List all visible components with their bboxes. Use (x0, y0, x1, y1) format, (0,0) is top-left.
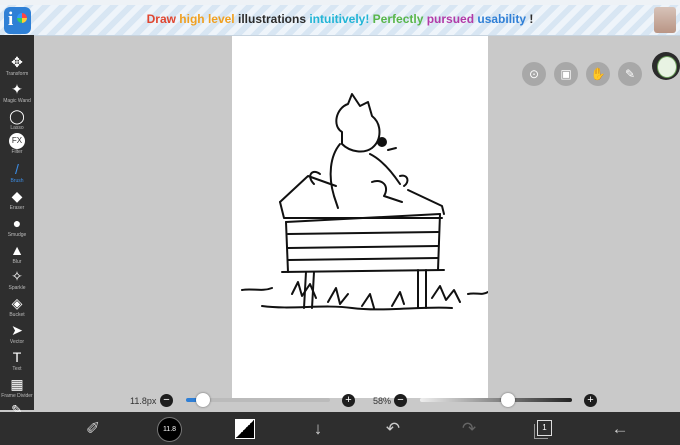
quick-toggle-button[interactable]: ⊙ (522, 62, 546, 86)
transform-icon: ✥ (11, 54, 23, 70)
tool-bucket[interactable]: ◈ Bucket (0, 294, 34, 322)
tool-label: Eraser (9, 205, 25, 211)
tool-magic-wand[interactable]: ✦ Magic Wand (0, 80, 34, 108)
layer-preview-thumbnail[interactable] (652, 52, 680, 80)
selection-icon: ▣ (560, 67, 572, 81)
text-icon: T (12, 348, 22, 365)
color-swatch-button[interactable] (235, 419, 255, 439)
back-button[interactable]: ← (605, 412, 635, 445)
tool-sparkle[interactable]: ✧ Sparkle (0, 267, 34, 295)
download-button[interactable]: ↓ (303, 412, 333, 445)
quick-pen-button[interactable]: ✎ (618, 62, 642, 86)
tool-eraser[interactable]: ◆ Eraser (0, 187, 34, 215)
sparkle-icon: ✧ (11, 268, 23, 285)
tool-sidebar: ✥ Transform ✦ Magic Wand ◯ Lasso FX Filter / Brus… (0, 35, 34, 418)
avatar (654, 7, 676, 33)
brush-size-preview-button[interactable]: 11.8 (157, 417, 182, 442)
banner-text-part: high level (179, 12, 238, 26)
tool-blur[interactable]: ▲ Blur (0, 241, 34, 269)
tool-vector[interactable]: ➤ Vector (0, 321, 34, 349)
brush-size-thumb[interactable] (196, 393, 211, 407)
banner-text-part: ! (529, 12, 534, 26)
tool-text[interactable]: T Text (0, 348, 34, 376)
tool-label: Smudge (7, 231, 27, 238)
banner-text-part: intuitively! (309, 12, 373, 26)
tool-label: Lasso (10, 124, 24, 131)
ad-banner[interactable]: i Draw high level illustrations intuitiv… (0, 5, 680, 36)
redo-icon: ↷ (461, 419, 477, 438)
tool-label: Vector (9, 339, 25, 345)
brush-size-plus-button[interactable]: + (342, 394, 355, 407)
redo-button[interactable]: ↷ (454, 412, 484, 445)
banner-text-part: pursued (426, 12, 478, 26)
banner-text-part: Draw (146, 12, 180, 26)
tool-label: Transform (5, 71, 29, 77)
opacity-plus-button[interactable]: + (584, 394, 597, 407)
tool-label: Magic Wand (3, 97, 31, 104)
eraser-icon: ◆ (11, 188, 23, 204)
tool-label: Sparkle (8, 285, 26, 292)
cat-in-box-sketch (241, 93, 489, 311)
lasso-icon: ◯ (9, 107, 25, 124)
brush-icon: / (15, 161, 19, 178)
drawing-canvas[interactable] (232, 36, 489, 398)
stabilizer-button[interactable]: ✐ (78, 412, 108, 445)
blur-icon: ▲ (10, 241, 24, 258)
slider-bar: 11.8px − + 58% − + (34, 389, 680, 412)
tool-filter[interactable]: FX Filter (0, 133, 34, 161)
tool-label: Bucket (9, 312, 25, 319)
frame-divider-icon: ▦ (10, 375, 24, 392)
tool-label: Frame Divider (1, 392, 33, 399)
arrow-down-icon: ↓ (313, 419, 323, 438)
tool-frame-divider[interactable]: ▦ Frame Divider (0, 375, 34, 403)
quick-selection-button[interactable]: ▣ (554, 62, 578, 86)
smudge-icon: ● (12, 214, 22, 231)
banner-text-part: illustrations (237, 12, 310, 26)
quick-hand-button[interactable]: ✋ (586, 62, 610, 86)
filter-icon: FX (9, 133, 25, 150)
opacity-minus-button[interactable]: − (394, 394, 407, 407)
undo-icon: ↶ (385, 419, 401, 438)
tool-brush[interactable]: / Brush (0, 160, 34, 188)
brush-size-minus-button[interactable]: − (160, 394, 173, 407)
opacity-track[interactable] (420, 398, 572, 402)
opacity-thumb[interactable] (501, 393, 516, 407)
undo-button[interactable]: ↶ (378, 412, 408, 445)
tool-label: Brush (10, 178, 24, 185)
pen-icon: ✎ (624, 67, 636, 81)
tool-label: Filter (11, 149, 23, 156)
vector-icon: ➤ (11, 322, 23, 338)
layer-count: 1 (542, 423, 547, 432)
brush-size-text: 11.8 (162, 426, 177, 433)
tool-smudge[interactable]: ● Smudge (0, 214, 34, 242)
banner-text-part: Perfectly (372, 12, 427, 26)
tool-transform[interactable]: ✥ Transform (0, 53, 34, 81)
layers-button[interactable]: 1 (534, 420, 552, 439)
toggle-icon: ⊙ (528, 67, 540, 81)
brush-size-label: 11.8px (130, 396, 157, 406)
arrow-left-icon: ← (611, 419, 629, 438)
banner-text-part: usability (477, 12, 530, 26)
banner-text: Draw high level illustrations intuitivel… (0, 12, 680, 26)
hand-icon: ✋ (590, 67, 606, 81)
stabilizer-icon: ✐ (85, 419, 101, 438)
tool-lasso[interactable]: ◯ Lasso (0, 107, 34, 135)
tool-label: Blur (12, 258, 22, 265)
magic-wand-icon: ✦ (11, 80, 23, 97)
opacity-label: 58% (373, 396, 392, 406)
tool-label: Text (12, 365, 22, 372)
bucket-icon: ◈ (11, 295, 23, 312)
bottom-bar: ✐ 11.8 ↓ ↶ ↷ 1 ← (0, 412, 680, 445)
